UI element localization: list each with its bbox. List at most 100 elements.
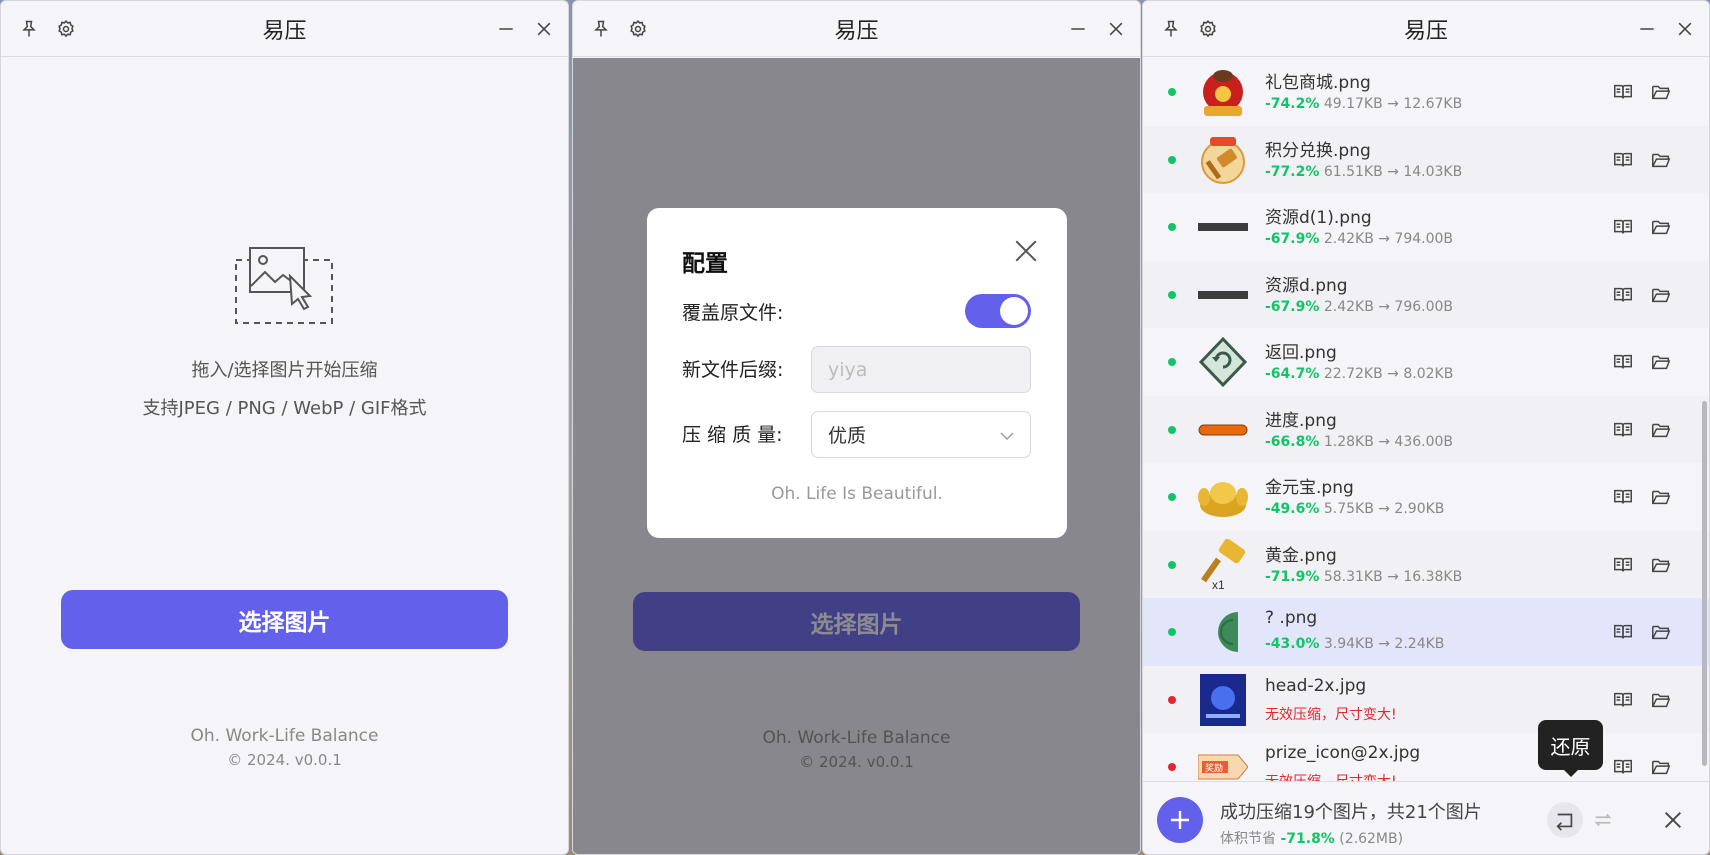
quality-select[interactable]: 优质	[811, 411, 1031, 458]
file-list[interactable]: 礼包商城.png -74.2% 49.17KB → 12.67KB 积分兑换.p…	[1143, 58, 1709, 781]
suffix-input[interactable]: yiya	[811, 346, 1031, 393]
footer-slogan: Oh. Work-Life Balance	[190, 726, 379, 746]
size-change: 22.72KB → 8.02KB	[1323, 366, 1454, 382]
file-name: 进度.png	[1265, 410, 1337, 431]
compare-book-icon[interactable]	[1612, 621, 1634, 643]
open-folder-icon[interactable]	[1650, 284, 1672, 306]
open-folder-icon[interactable]	[1650, 689, 1672, 711]
image-thumbnail	[1195, 672, 1251, 728]
clear-list-button[interactable]	[1655, 802, 1691, 838]
compare-book-icon[interactable]	[1612, 756, 1634, 778]
dialog-title: 配置	[682, 251, 728, 277]
size-change: 2.42KB → 794.00B	[1323, 231, 1454, 247]
file-row[interactable]: ? .png -43.0% 3.94KB → 2.24KB	[1143, 598, 1709, 666]
pin-icon[interactable]	[1157, 15, 1185, 43]
file-name: 金元宝.png	[1265, 478, 1354, 498]
compare-book-icon[interactable]	[1612, 419, 1634, 441]
close-icon[interactable]	[530, 15, 558, 43]
compress-percent: -66.8%	[1265, 433, 1320, 450]
compare-book-icon[interactable]	[1612, 486, 1634, 508]
file-status: -71.9% 58.31KB → 16.38KB	[1265, 569, 1462, 585]
compress-percent: -77.2%	[1265, 163, 1320, 180]
compare-book-icon[interactable]	[1612, 81, 1634, 103]
add-files-button[interactable]	[1157, 797, 1203, 843]
pin-icon[interactable]	[587, 15, 615, 43]
file-row[interactable]: x1 黄金.png -71.9% 58.31KB → 16.38KB	[1143, 530, 1709, 598]
size-change: 2.42KB → 796.00B	[1323, 298, 1454, 315]
open-folder-icon[interactable]	[1650, 621, 1672, 643]
minimize-icon[interactable]	[492, 15, 520, 43]
open-folder-icon[interactable]	[1650, 81, 1672, 103]
chevron-down-icon	[1000, 432, 1014, 440]
file-name: 资源d.png	[1265, 275, 1348, 296]
open-folder-icon[interactable]	[1650, 419, 1672, 441]
open-folder-icon[interactable]	[1650, 486, 1672, 508]
dialog-close-icon[interactable]	[1013, 238, 1039, 264]
close-icon[interactable]	[1671, 15, 1699, 43]
settings-gear-icon[interactable]	[1194, 15, 1222, 43]
compare-book-icon[interactable]	[1612, 554, 1634, 576]
compress-percent: -71.9%	[1265, 568, 1320, 585]
restore-button[interactable]	[1547, 802, 1583, 838]
pin-icon[interactable]	[15, 15, 43, 43]
app-window-results: 易压 礼包商城.png -74.2% 49.17KB → 12.67KB 积分兑…	[1142, 0, 1710, 855]
settings-gear-icon[interactable]	[624, 15, 652, 43]
file-row[interactable]: 返回.png -64.7% 22.72KB → 8.02KB	[1143, 328, 1709, 396]
image-thumbnail	[1195, 64, 1251, 120]
drop-image-icon[interactable]	[234, 246, 336, 326]
close-icon[interactable]	[1102, 15, 1130, 43]
status-dot	[1168, 763, 1176, 771]
file-row[interactable]: 资源d(1).png -67.9% 2.42KB → 794.00B	[1143, 193, 1709, 261]
status-dot	[1168, 290, 1176, 299]
image-thumbnail	[1195, 604, 1251, 660]
replace-button[interactable]	[1585, 802, 1621, 838]
file-row[interactable]: 积分兑换.png -77.2% 61.51KB → 14.03KB	[1143, 125, 1709, 193]
minimize-icon[interactable]	[1633, 15, 1661, 43]
saved-prefix: 体积节省	[1220, 831, 1276, 847]
drop-hint: 拖入/选择图片开始压缩	[191, 360, 378, 381]
open-folder-icon[interactable]	[1650, 149, 1672, 171]
compare-book-icon[interactable]	[1612, 689, 1634, 711]
file-row[interactable]: 进度.png -66.8% 1.28KB → 436.00B	[1143, 395, 1709, 463]
file-status: 无效压缩，尺寸变大!	[1265, 771, 1397, 781]
image-thumbnail	[1195, 334, 1251, 390]
file-row[interactable]: 金元宝.png -49.6% 5.75KB → 2.90KB	[1143, 463, 1709, 531]
list-scrollbar[interactable]	[1702, 401, 1707, 766]
status-dot	[1168, 560, 1176, 569]
compare-book-icon[interactable]	[1612, 216, 1634, 238]
minimize-icon[interactable]	[1064, 15, 1092, 43]
compress-percent: -49.6%	[1265, 501, 1320, 517]
compare-book-icon[interactable]	[1612, 284, 1634, 306]
status-dot	[1168, 223, 1176, 231]
file-name: head-2x.jpg	[1265, 675, 1367, 696]
file-row[interactable]: 资源d.png -67.9% 2.42KB → 796.00B	[1143, 260, 1709, 328]
file-status: -43.0% 3.94KB → 2.24KB	[1265, 636, 1444, 652]
compare-book-icon[interactable]	[1612, 149, 1634, 171]
restore-tooltip: 还原	[1538, 720, 1603, 777]
thumb-label: x1	[1212, 578, 1225, 591]
size-change: 58.31KB → 16.38KB	[1323, 568, 1463, 585]
thumb-label: 奖励	[1205, 762, 1223, 773]
open-folder-icon[interactable]	[1650, 216, 1672, 238]
select-image-button[interactable]: 选择图片	[61, 590, 508, 649]
file-name: 积分兑换.png	[1265, 140, 1371, 161]
overwrite-toggle[interactable]	[965, 294, 1031, 328]
file-name: 礼包商城.png	[1265, 73, 1371, 93]
open-folder-icon[interactable]	[1650, 554, 1672, 576]
file-name: 资源d(1).png	[1265, 208, 1372, 228]
app-window-home: 易压 拖入/选择图片开始压缩 支持JPEG / PNG / WebP / GIF…	[0, 0, 569, 855]
size-change: 5.75KB → 2.90KB	[1323, 501, 1445, 517]
open-folder-icon[interactable]	[1650, 756, 1672, 778]
file-row[interactable]: head-2x.jpg 无效压缩，尺寸变大!	[1143, 665, 1709, 733]
status-dot	[1168, 88, 1176, 96]
file-row[interactable]: 奖励 prize_icon@2x.jpg 无效压缩，尺寸变大!	[1143, 733, 1709, 781]
summary-text: 成功压缩19个图片，共21个图片	[1220, 802, 1482, 823]
settings-gear-icon[interactable]	[52, 15, 80, 43]
image-thumbnail	[1195, 267, 1251, 323]
format-hint: 支持JPEG / PNG / WebP / GIF格式	[142, 398, 427, 419]
open-folder-icon[interactable]	[1650, 351, 1672, 373]
saved-size-text: 体积节省 -71.8% (2.62MB)	[1220, 828, 1403, 848]
file-row[interactable]: 礼包商城.png -74.2% 49.17KB → 12.67KB	[1143, 58, 1709, 126]
compare-book-icon[interactable]	[1612, 351, 1634, 373]
plus-icon	[1171, 811, 1189, 829]
